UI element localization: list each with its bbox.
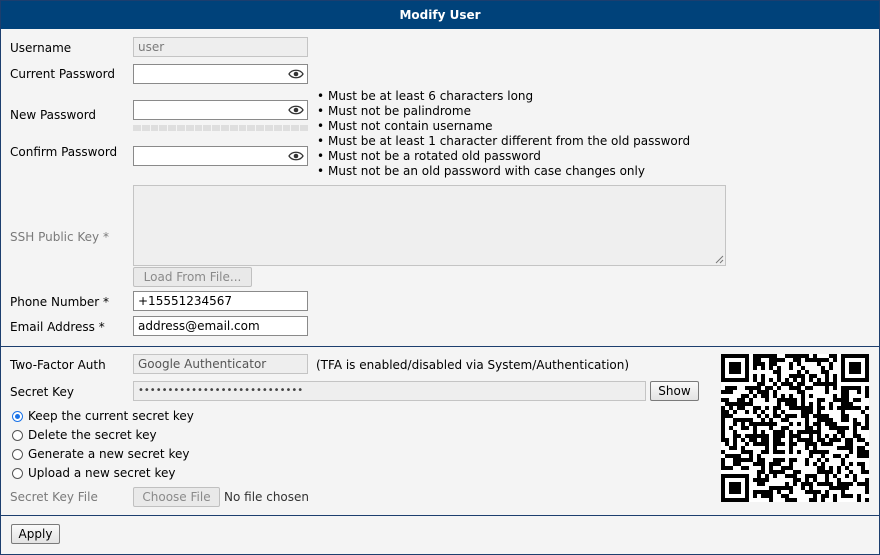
section-divider [1,346,879,347]
panel-title: Modify User [1,1,879,29]
new-password-input[interactable] [133,100,308,120]
ssh-public-key-label: SSH Public Key * [10,230,109,244]
load-from-file-button: Load From File... [133,267,252,287]
phone-number-label: Phone Number * [10,295,110,309]
qr-code-image [721,354,869,502]
password-rule: Must not contain username [317,119,690,134]
radio-keep-secret-key[interactable]: Keep the current secret key [12,409,194,423]
secret-key-label: Secret Key [10,385,74,399]
password-rules-list: Must be at least 6 characters long Must … [317,89,690,179]
password-rule: Must not be an old password with case ch… [317,164,690,179]
two-factor-auth-label: Two-Factor Auth [10,358,106,372]
no-file-chosen-text: No file chosen [224,490,310,504]
radio-label: Upload a new secret key [28,466,176,480]
radio-indicator[interactable] [12,468,23,479]
radio-generate-secret-key[interactable]: Generate a new secret key [12,447,189,461]
radio-label: Keep the current secret key [28,409,194,423]
secret-key-field: •••••••••••••••••••••••••••• [133,381,646,401]
radio-indicator[interactable] [12,449,23,460]
eye-icon[interactable] [288,150,304,162]
username-field: user [133,37,308,57]
radio-delete-secret-key[interactable]: Delete the secret key [12,428,157,442]
confirm-password-label: Confirm Password [10,145,118,159]
choose-file-button: Choose File [133,487,220,507]
footer-divider [1,515,879,516]
apply-button[interactable]: Apply [11,524,60,544]
tfa-note: (TFA is enabled/disabled via System/Auth… [316,358,630,372]
eye-icon[interactable] [288,68,304,80]
new-password-label: New Password [10,108,97,122]
current-password-input[interactable] [133,64,308,84]
password-rule: Must be at least 1 character different f… [317,134,690,149]
password-rule: Must not be a rotated old password [317,149,690,164]
modify-user-panel: Modify User Username user Current Passwo… [0,0,880,555]
radio-indicator[interactable] [12,430,23,441]
email-address-input[interactable]: address@email.com [133,316,308,336]
current-password-label: Current Password [10,67,115,81]
radio-label: Delete the secret key [28,428,157,442]
radio-label: Generate a new secret key [28,447,190,461]
username-label: Username [10,41,72,55]
two-factor-auth-field: Google Authenticator [133,354,308,374]
confirm-password-input[interactable] [133,146,308,166]
ssh-public-key-textarea [133,185,726,266]
eye-icon[interactable] [288,104,304,116]
phone-number-input[interactable]: +15551234567 [133,291,308,311]
radio-selected-indicator[interactable] [12,411,23,422]
show-secret-key-button[interactable]: Show [650,381,699,401]
password-strength-meter [133,125,308,131]
resize-grip-icon [715,255,724,264]
radio-upload-secret-key[interactable]: Upload a new secret key [12,466,175,480]
secret-key-file-label: Secret Key File [10,490,98,504]
email-address-label: Email Address * [10,320,105,334]
password-rule: Must be at least 6 characters long [317,89,690,104]
password-rule: Must not be palindrome [317,104,690,119]
